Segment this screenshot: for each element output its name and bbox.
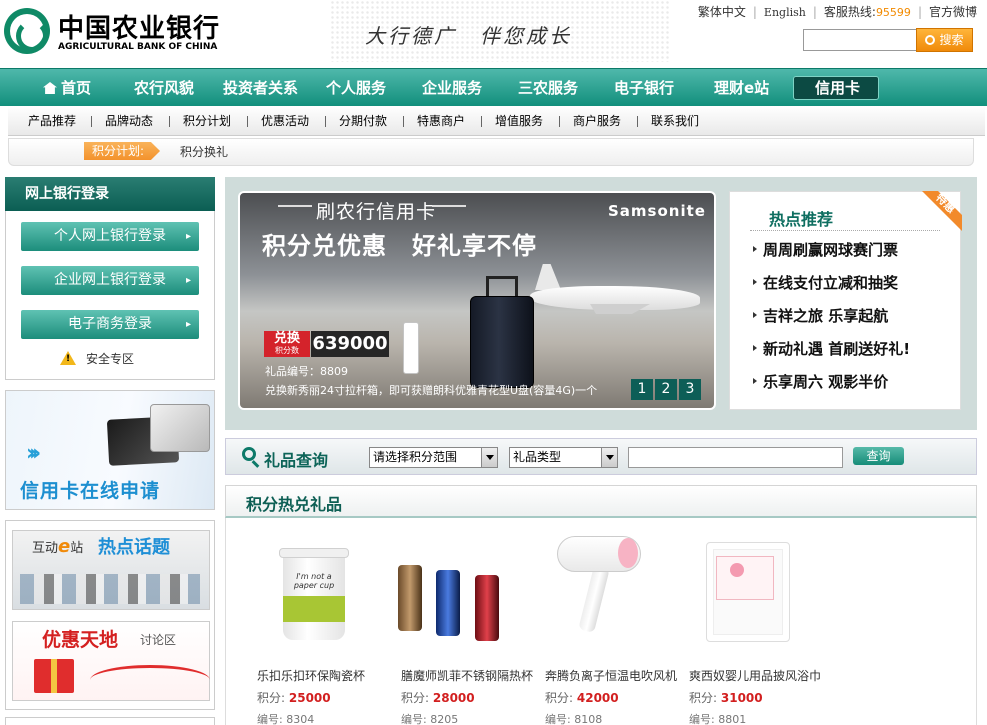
search-icon: [242, 447, 256, 461]
subnav-item-products[interactable]: 产品推荐: [28, 106, 76, 136]
meeting-photo: [20, 574, 200, 604]
nav-item-label: 首页: [61, 79, 92, 97]
main-nav: 首页 农行风貌 投资者关系 个人服务 企业服务 三农服务 电子银行 理财e站 信…: [0, 68, 987, 106]
safe-zone-link[interactable]: 安全专区: [86, 350, 134, 367]
subnav-item-points[interactable]: 积分计划: [183, 106, 231, 136]
subnav-item-merchant-service[interactable]: 商户服务: [573, 106, 621, 136]
sub-nav: 产品推荐 品牌动态 积分计划 优惠活动 分期付款 特惠商户 增值服务 商户服务 …: [8, 106, 985, 136]
subnav-item-contact[interactable]: 联系我们: [651, 106, 699, 136]
hot-item[interactable]: 在线支付立减和抽奖: [753, 272, 898, 293]
gift-keyword-input[interactable]: [628, 447, 843, 468]
nav-item-personal[interactable]: 个人服务: [326, 69, 386, 107]
gift-card: 爽西奴婴儿用品披风浴巾 积分: 31000 编号: 8801: [689, 520, 829, 725]
gift-number: 编号: 8108: [545, 713, 603, 725]
nav-item-credit-card[interactable]: 信用卡: [815, 69, 860, 107]
subnav-item-brand[interactable]: 品牌动态: [105, 106, 153, 136]
english-link[interactable]: English: [764, 6, 806, 19]
hot-topics-site: 互动e站: [32, 536, 84, 557]
sidebar-next-panel: [5, 717, 215, 725]
subnav-item-promotions[interactable]: 优惠活动: [261, 106, 309, 136]
ribbon-decoration: [90, 665, 210, 695]
chevron-down-icon: [601, 448, 617, 467]
traditional-chinese-link[interactable]: 繁体中文: [698, 3, 746, 20]
top-links: 繁体中文 | English | 客服热线:95599 | 官方微博: [697, 3, 977, 20]
gift-name[interactable]: 乐扣乐扣环保陶瓷杯: [257, 667, 389, 684]
search-button-label: 搜索: [939, 33, 964, 47]
search-button[interactable]: 搜索: [916, 28, 973, 52]
carousel-gift-number: 礼品编号：8809: [265, 365, 348, 378]
gift-card: 膳魔师凯菲不锈钢隔热杯 积分: 28000 编号: 8205: [401, 520, 541, 725]
breadcrumb-section[interactable]: 积分计划:: [84, 142, 161, 160]
weibo-link[interactable]: 官方微博: [929, 3, 977, 20]
gift-card: 乐扣乐扣环保陶瓷杯 积分: 25000 编号: 8304: [257, 520, 397, 725]
hotline-number: 95599: [875, 6, 911, 19]
chevron-down-icon: [481, 448, 497, 467]
nav-item-wealth[interactable]: 理财e站: [714, 69, 769, 107]
samsonite-logo: Samsonite: [608, 202, 706, 220]
bank-name-cn[interactable]: 中国农业银行: [58, 8, 220, 45]
nav-item-ebank[interactable]: 电子银行: [614, 69, 674, 107]
gift-type-select[interactable]: 礼品类型: [509, 447, 618, 468]
abc-logo-icon[interactable]: [4, 8, 50, 54]
hot-topics-title: 热点话题: [98, 537, 170, 558]
gift-number: 编号: 8205: [401, 713, 459, 725]
hot-gifts-title: 积分热兑礼品: [246, 495, 343, 514]
search-input[interactable]: [803, 29, 917, 51]
discount-forum-title: 优惠天地: [42, 629, 119, 651]
ecommerce-login-button[interactable]: 电子商务登录: [21, 310, 199, 339]
credit-card-image: [150, 404, 210, 452]
carousel-page-2[interactable]: 2: [655, 379, 677, 400]
subnav-item-merchants[interactable]: 特惠商户: [417, 106, 465, 136]
redeem-badge: 兑换 积分数: [264, 331, 310, 357]
credit-card-apply-title: 信用卡在线申请: [20, 480, 161, 502]
usb-drive-image: [403, 322, 419, 374]
nav-item-rural[interactable]: 三农服务: [518, 69, 578, 107]
nav-item-profile[interactable]: 农行风貌: [134, 69, 194, 107]
points-range-select[interactable]: 请选择积分范围: [369, 447, 498, 468]
hot-item[interactable]: 新动礼遇 首刷送好礼!: [753, 338, 910, 359]
subnav-item-value-added[interactable]: 增值服务: [495, 106, 543, 136]
bank-name-en: AGRICULTURAL BANK OF CHINA: [58, 42, 218, 52]
arrows-icon: ›››: [26, 441, 41, 466]
hotline-label: 客服热线:: [823, 5, 876, 19]
carousel-subtitle: 刷农行信用卡: [316, 201, 437, 223]
corporate-ebank-login-button[interactable]: 企业网上银行登录: [21, 266, 199, 295]
gift-name[interactable]: 膳魔师凯菲不锈钢隔热杯: [401, 667, 533, 684]
gift-query-button[interactable]: 查询: [853, 447, 904, 465]
gift-number: 编号: 8801: [689, 713, 747, 725]
carousel-title: 积分兑优惠 好礼享不停: [262, 232, 537, 260]
breadcrumb-current: 积分换礼: [180, 145, 229, 159]
redeem-points: 639000: [311, 331, 389, 357]
subnav-item-installments[interactable]: 分期付款: [339, 106, 387, 136]
nav-item-home[interactable]: 首页: [43, 69, 91, 107]
ebank-login-title: 网上银行登录: [5, 177, 215, 211]
gift-query-title: 礼品查询: [264, 451, 329, 470]
gift-points: 积分: 28000: [401, 691, 475, 705]
suitcase-image: [470, 296, 534, 388]
hot-recommend-title: 热点推荐: [769, 210, 834, 229]
hot-item[interactable]: 吉祥之旅 乐享起航: [753, 305, 888, 326]
slogan: 大行德广 伴您成长: [365, 24, 572, 48]
personal-ebank-login-button[interactable]: 个人网上银行登录: [21, 222, 199, 251]
gift-name[interactable]: 奔腾负离子恒温电吹风机: [545, 667, 677, 684]
gift-points: 积分: 25000: [257, 691, 331, 705]
search-icon: [925, 35, 936, 45]
carousel-page-3[interactable]: 3: [679, 379, 701, 400]
gift-card: 奔腾负离子恒温电吹风机 积分: 42000 编号: 8108: [545, 520, 685, 725]
carousel-gift-description: 兑换新秀丽24寸拉杆箱，即可获赠朗科优雅青花型U盘(容量4G)一个: [265, 384, 598, 397]
hot-item[interactable]: 乐享周六 观影半价: [753, 371, 888, 392]
discount-forum-sub: 讨论区: [140, 633, 177, 647]
gift-box-icon: [34, 659, 74, 693]
carousel-page-1[interactable]: 1: [631, 379, 653, 400]
gift-name[interactable]: 爽西奴婴儿用品披风浴巾: [689, 667, 821, 684]
home-icon: [43, 82, 57, 94]
hot-item[interactable]: 周周刷赢网球赛门票: [753, 239, 898, 260]
nav-item-corporate[interactable]: 企业服务: [422, 69, 482, 107]
gift-points: 积分: 31000: [689, 691, 763, 705]
gift-points: 积分: 42000: [545, 691, 619, 705]
gift-number: 编号: 8304: [257, 713, 315, 725]
nav-item-investor[interactable]: 投资者关系: [223, 69, 298, 107]
